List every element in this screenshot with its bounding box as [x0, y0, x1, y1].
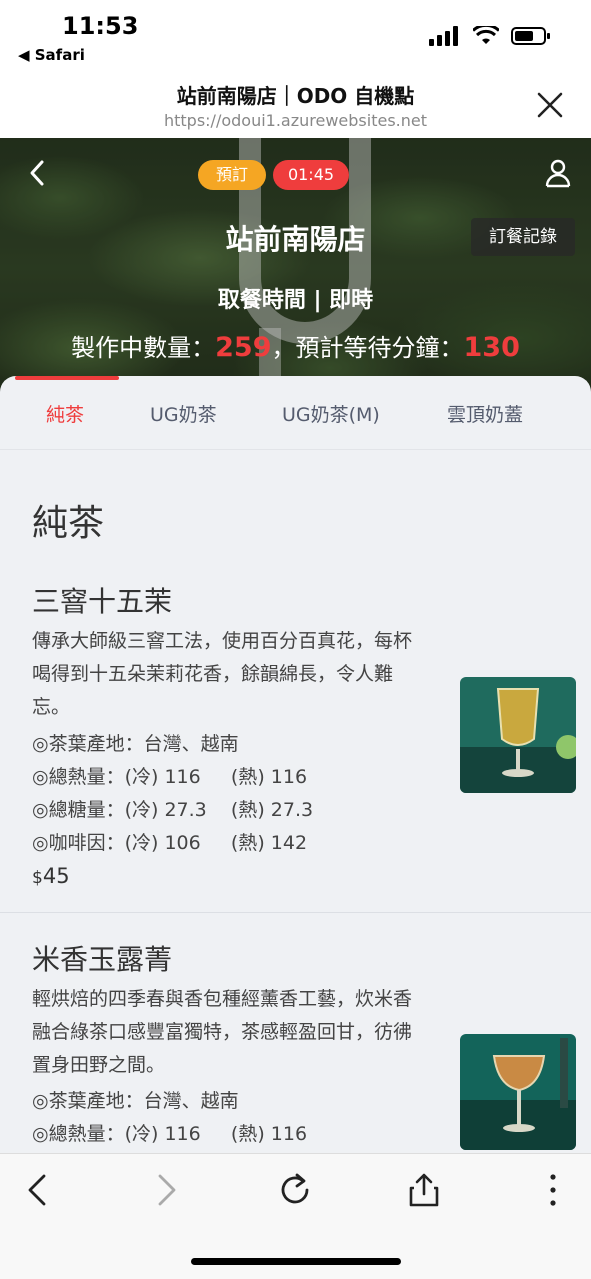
item-description: 輕烘焙的四季春與香包種經薰香工藝，炊米香融合綠茶口感豐富獨特，茶感輕盈回甘，彷彿… — [32, 988, 413, 1076]
item-calories: ◎總熱量：(冷) 116 (熱) 116 — [32, 1123, 308, 1145]
item-price: $45 — [32, 864, 70, 888]
more-vertical-icon[interactable] — [535, 1172, 571, 1208]
item-name: 三窨十五茉 — [32, 585, 173, 618]
section-title: 純茶 — [32, 503, 105, 544]
queue-wait: 130 — [463, 332, 520, 363]
home-indicator[interactable] — [191, 1258, 401, 1265]
active-tab-indicator — [15, 376, 119, 380]
chevron-left-icon[interactable] — [26, 158, 48, 188]
item-divider — [0, 912, 591, 913]
battery-icon — [511, 27, 550, 45]
order-record-button[interactable]: 訂餐記錄 — [471, 218, 575, 256]
item-image[interactable] — [460, 1034, 576, 1150]
back-to-safari-link[interactable]: ◀ Safari — [18, 46, 85, 64]
menu-content: 純茶 三窨十五茉 傳承大師級三窨工法，使用百分百真花，每杯喝得到十五朵茉莉花香，… — [0, 450, 591, 1153]
chevron-left-icon[interactable] — [20, 1172, 56, 1208]
queue-prefix: 製作中數量： — [71, 334, 216, 362]
item-caffeine: ◎咖啡因：(冷) 106 (熱) 142 — [32, 832, 308, 854]
wifi-icon — [473, 26, 499, 44]
url-label: https://odoui1.azurewebsites.net — [163, 111, 427, 130]
browser-header: 站前南陽店｜ODO 自機點 https://odoui1.azurewebsit… — [0, 72, 591, 138]
queue-count: 259 — [215, 332, 272, 363]
item-image[interactable] — [460, 677, 576, 793]
item-name: 米香玉露菁 — [32, 943, 173, 976]
tab-ug-milk-tea[interactable]: UG奶茶 — [150, 400, 217, 427]
item-calories: ◎總熱量：(冷) 116 (熱) 116 — [32, 766, 308, 788]
countdown-badge: 01:45 — [273, 160, 349, 190]
close-icon[interactable] — [535, 90, 565, 120]
status-time: 11:53 — [62, 12, 139, 40]
status-bar: 11:53 ◀ Safari — [0, 0, 591, 72]
queue-middle: ，預計等待分鐘： — [271, 334, 464, 362]
tab-ug-milk-tea-m[interactable]: UG奶茶(M) — [282, 400, 380, 427]
item-description: 傳承大師級三窨工法，使用百分百真花，每杯喝得到十五朵茉莉花香，餘韻綿長，令人難忘… — [32, 630, 413, 718]
tab-pure-tea[interactable]: 純茶 — [46, 400, 84, 427]
pickup-time: 取餐時間 | 即時 — [217, 288, 374, 313]
reload-icon[interactable] — [277, 1172, 313, 1208]
category-tabs: 純茶 UG奶茶 UG奶茶(M) 雲頂奶蓋 — [0, 376, 591, 450]
status-icons — [429, 26, 551, 46]
signal-icon — [429, 26, 458, 46]
preorder-badge: 預訂 — [198, 160, 266, 190]
item-origin: ◎茶葉產地：台灣、越南 — [32, 1090, 239, 1112]
item-price-value: 45 — [42, 864, 70, 888]
store-hero: 預訂 01:45 站前南陽店 訂餐記錄 取餐時間 | 即時 製作中數量：259，… — [0, 138, 591, 398]
item-sugar: ◎總糖量：(冷) 27.3 (熱) 27.3 — [32, 799, 314, 821]
item-origin: ◎茶葉產地：台灣、越南 — [32, 733, 239, 755]
tab-cloud-cream-tea[interactable]: 雲頂奶蓋 — [447, 400, 523, 427]
chevron-right-icon[interactable] — [148, 1172, 184, 1208]
share-icon[interactable] — [406, 1172, 442, 1208]
user-icon[interactable] — [545, 158, 571, 188]
page-title: 站前南陽店｜ODO 自機點 — [176, 84, 415, 108]
item-currency: $ — [32, 868, 43, 888]
queue-status: 製作中數量：259，預計等待分鐘：130 — [0, 328, 591, 363]
